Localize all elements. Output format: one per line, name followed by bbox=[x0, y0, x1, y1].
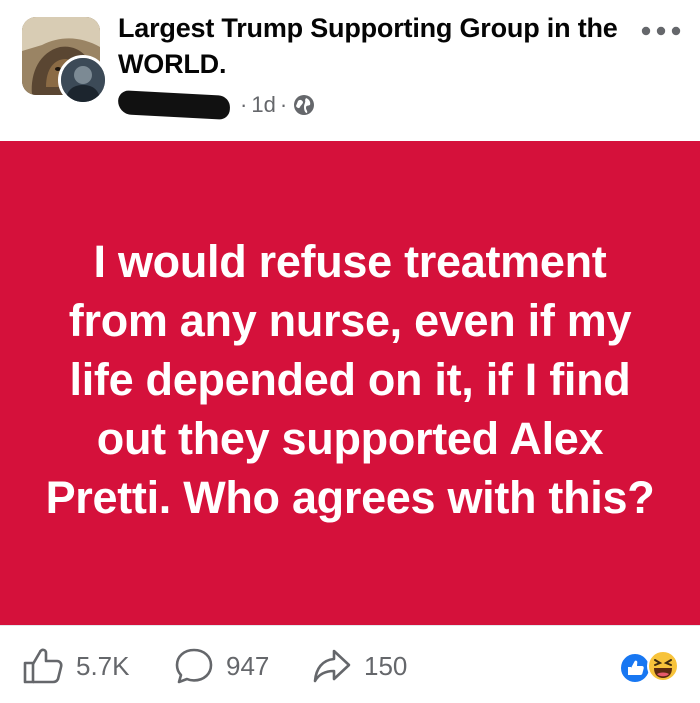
like-button[interactable]: 5.7K bbox=[22, 647, 130, 685]
meta-separator: · bbox=[279, 92, 288, 117]
reactions-summary[interactable] bbox=[615, 646, 685, 686]
like-reaction-icon bbox=[619, 652, 651, 684]
avatar-group[interactable] bbox=[22, 17, 108, 105]
meta-separator: · bbox=[240, 92, 248, 117]
action-bar: 5.7K 947 150 bbox=[0, 640, 700, 692]
post-text-card: I would refuse treatment from any nurse,… bbox=[0, 141, 700, 625]
group-name-link[interactable]: Largest Trump Supporting Group in the WO… bbox=[118, 10, 628, 82]
thumbs-up-icon bbox=[23, 648, 63, 684]
post-timestamp[interactable]: 1d bbox=[251, 92, 275, 118]
post-meta: · 1d · bbox=[117, 88, 315, 122]
more-options-icon[interactable] bbox=[638, 16, 684, 46]
divider bbox=[0, 625, 700, 626]
share-count: 150 bbox=[364, 650, 408, 681]
haha-reaction-icon bbox=[647, 650, 679, 682]
person-icon bbox=[61, 58, 105, 102]
comment-button[interactable]: 947 bbox=[174, 647, 269, 685]
like-count: 5.7K bbox=[76, 650, 130, 681]
globe-icon[interactable] bbox=[293, 94, 315, 116]
post-body-text: I would refuse treatment from any nurse,… bbox=[45, 235, 655, 523]
comment-count: 947 bbox=[226, 650, 270, 681]
author-avatar[interactable] bbox=[58, 55, 108, 105]
share-arrow-icon bbox=[313, 649, 351, 683]
share-button[interactable]: 150 bbox=[312, 647, 407, 685]
post-header: Largest Trump Supporting Group in the WO… bbox=[0, 0, 700, 140]
comment-bubble-icon bbox=[175, 648, 213, 684]
redacted-author-name bbox=[117, 90, 231, 120]
